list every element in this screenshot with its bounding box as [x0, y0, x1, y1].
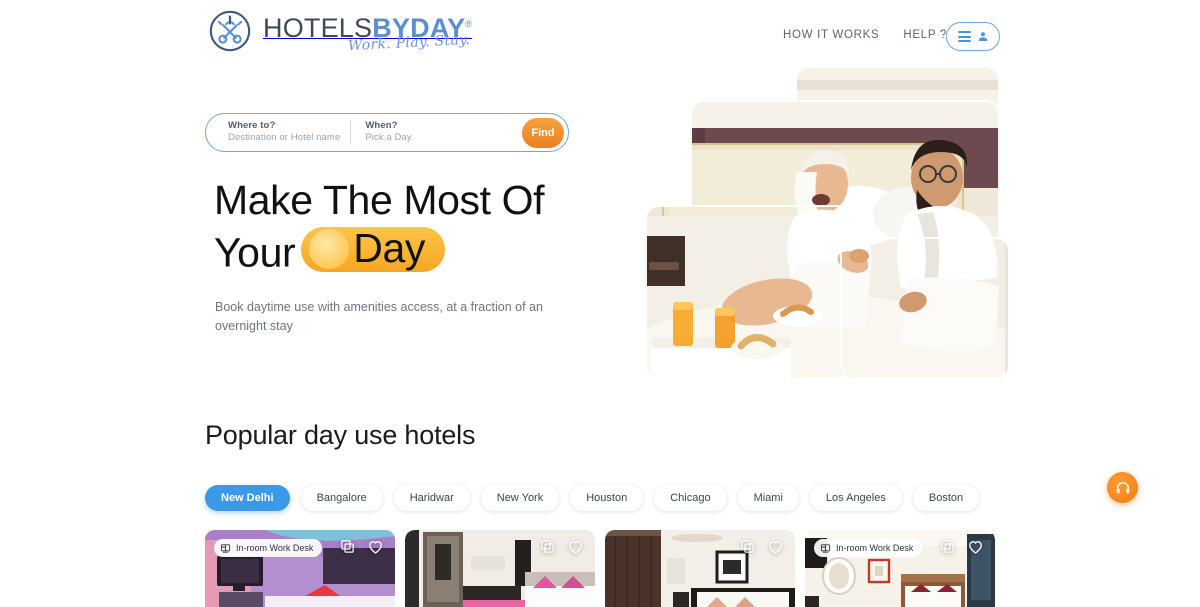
tab-houston[interactable]: Houston: [570, 485, 644, 511]
collage-panel-3: [645, 205, 850, 380]
headset-support-icon: [1116, 481, 1129, 493]
work-desk-icon: [820, 543, 831, 553]
hero-highlight-pill: Day: [301, 225, 445, 273]
site-header: HOTELSBYDAY® Work. Play. Stay. HOW IT WO…: [0, 0, 1200, 72]
hotel-card[interactable]: In-room Work Desk: [805, 530, 995, 607]
tab-boston[interactable]: Boston: [912, 485, 980, 511]
search-where-placeholder[interactable]: Destination or Hotel name: [228, 132, 340, 144]
tab-miami[interactable]: Miami: [737, 485, 799, 511]
tab-los-angeles[interactable]: Los Angeles: [809, 485, 902, 511]
tab-new-york[interactable]: New York: [480, 485, 560, 511]
card-action-icons: [740, 538, 784, 555]
card-badge-label: In-room Work Desk: [836, 543, 914, 553]
hotel-card[interactable]: [605, 530, 795, 607]
support-chat-button[interactable]: [1107, 472, 1138, 503]
tab-new-delhi[interactable]: New Delhi: [205, 485, 290, 511]
heart-icon[interactable]: [367, 538, 384, 555]
gallery-icon[interactable]: [340, 539, 355, 554]
collage-panel-4: [840, 237, 1010, 380]
hotel-card[interactable]: In-room Work Desk: [205, 530, 395, 607]
page-root: HOTELSBYDAY® Work. Play. Stay. HOW IT WO…: [0, 0, 1200, 607]
card-badge: In-room Work Desk: [814, 539, 923, 557]
heart-icon[interactable]: [567, 538, 584, 555]
search-when-placeholder[interactable]: Pick a Day: [365, 132, 411, 144]
card-action-icons: [340, 538, 384, 555]
hotel-card-list: In-room Work Desk In-room Work Desk: [205, 530, 1005, 607]
heart-icon[interactable]: [767, 538, 784, 555]
sun-icon: [309, 228, 350, 269]
search-bar[interactable]: Where to? Destination or Hotel name When…: [205, 113, 569, 152]
city-filter-tabs: New Delhi Bangalore Haridwar New York Ho…: [205, 485, 980, 511]
gallery-icon[interactable]: [540, 539, 555, 554]
nav-help[interactable]: HELP ?: [903, 29, 947, 41]
tab-chicago[interactable]: Chicago: [654, 485, 727, 511]
gallery-icon[interactable]: [740, 539, 755, 554]
tab-haridwar[interactable]: Haridwar: [393, 485, 470, 511]
work-desk-icon: [220, 543, 231, 553]
tab-bangalore[interactable]: Bangalore: [300, 485, 383, 511]
hero-image-collage: [645, 66, 1010, 380]
brand-logo[interactable]: HOTELSBYDAY® Work. Play. Stay.: [207, 8, 472, 54]
hero-title-line2: Your Day: [214, 225, 634, 278]
hotel-card[interactable]: [405, 530, 595, 607]
search-date-field[interactable]: When? Pick a Day: [350, 120, 412, 145]
registered-mark: ®: [465, 19, 473, 29]
card-action-icons: [540, 538, 584, 555]
card-action-icons: [940, 538, 984, 555]
account-menu-button[interactable]: [946, 22, 1000, 51]
hero-title: Make The Most Of Your Day: [214, 176, 634, 278]
card-badge: In-room Work Desk: [214, 539, 323, 557]
brand-text-block: HOTELSBYDAY® Work. Play. Stay.: [263, 8, 473, 55]
search-destination-field[interactable]: Where to? Destination or Hotel name: [206, 120, 340, 144]
hero-title-line1: Make The Most Of: [214, 177, 545, 223]
hero-subtitle: Book daytime use with amenities access, …: [215, 300, 543, 334]
search-where-label: Where to?: [228, 120, 276, 132]
hero-title-prefix: Your: [214, 229, 296, 276]
card-badge-label: In-room Work Desk: [236, 543, 314, 553]
find-button[interactable]: Find: [522, 117, 564, 148]
search-when-label: When?: [365, 120, 398, 132]
hero-photo: [645, 205, 850, 380]
crossed-keys-circle-icon: [209, 10, 251, 52]
page-title: Popular day use hotels: [205, 420, 476, 450]
heart-icon[interactable]: [967, 538, 984, 555]
hero-highlight-word: Day: [353, 225, 425, 272]
hero-photo: [840, 237, 1005, 380]
gallery-icon[interactable]: [940, 539, 955, 554]
nav-how-it-works[interactable]: HOW IT WORKS: [783, 29, 879, 41]
user-avatar-icon[interactable]: [977, 30, 989, 43]
hamburger-icon[interactable]: [957, 31, 971, 42]
